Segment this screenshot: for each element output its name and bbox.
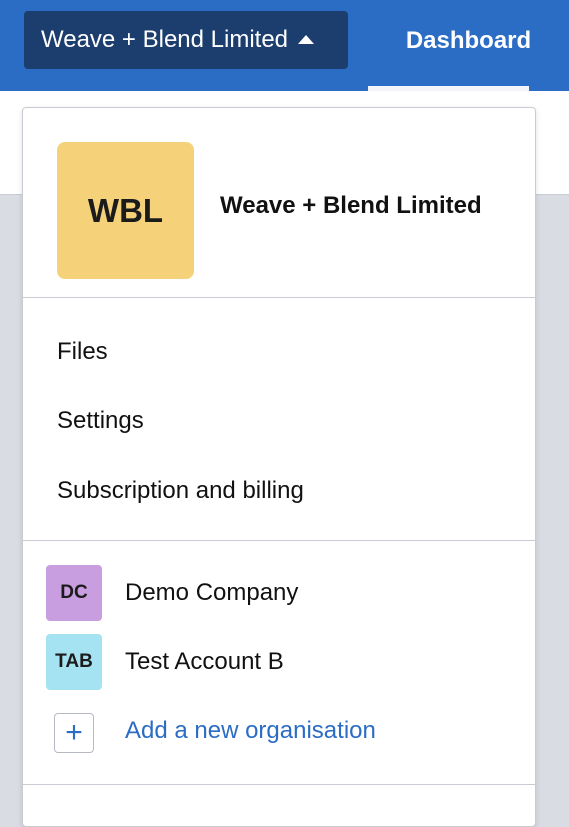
current-organisation-header: WBL Weave + Blend Limited — [23, 108, 535, 298]
tab-dashboard-label: Dashboard — [405, 27, 532, 54]
menu-item-settings[interactable]: Settings — [57, 407, 144, 435]
add-organisation-link[interactable]: + Add a new organisation — [46, 703, 516, 759]
caret-up-icon — [298, 34, 315, 44]
organisation-logo-initials: WBL — [87, 191, 164, 229]
organisation-avatar: DC — [46, 565, 102, 621]
menu-item-files[interactable]: Files — [57, 338, 108, 366]
organisation-item-demo-company[interactable]: DC Demo Company — [46, 565, 516, 621]
organisation-logo: WBL — [57, 142, 194, 279]
organisation-item-label: Test Account B — [125, 648, 284, 675]
divider — [23, 784, 535, 785]
menu-item-subscription-and-billing[interactable]: Subscription and billing — [57, 477, 304, 505]
organisation-item-test-account-b[interactable]: TAB Test Account B — [46, 634, 516, 690]
organisation-avatar: TAB — [46, 634, 102, 690]
organisation-dropdown-menu: WBL Weave + Blend Limited Files Settings… — [22, 107, 536, 827]
add-organisation-label: Add a new organisation — [125, 717, 376, 744]
organisation-item-label: Demo Company — [125, 579, 299, 606]
current-organisation-name: Weave + Blend Limited — [220, 192, 482, 219]
organisation-switcher-label: Weave + Blend Limited — [41, 26, 289, 53]
top-navigation-bar: Weave + Blend Limited Dashboard — [0, 0, 569, 91]
divider — [23, 540, 535, 541]
organisation-avatar-initials: DC — [60, 582, 88, 603]
plus-icon[interactable]: + — [54, 713, 94, 753]
organisation-avatar-initials: TAB — [55, 651, 93, 672]
tab-dashboard[interactable]: Dashboard — [368, 0, 569, 91]
organisation-switcher-button[interactable]: Weave + Blend Limited — [24, 11, 348, 69]
